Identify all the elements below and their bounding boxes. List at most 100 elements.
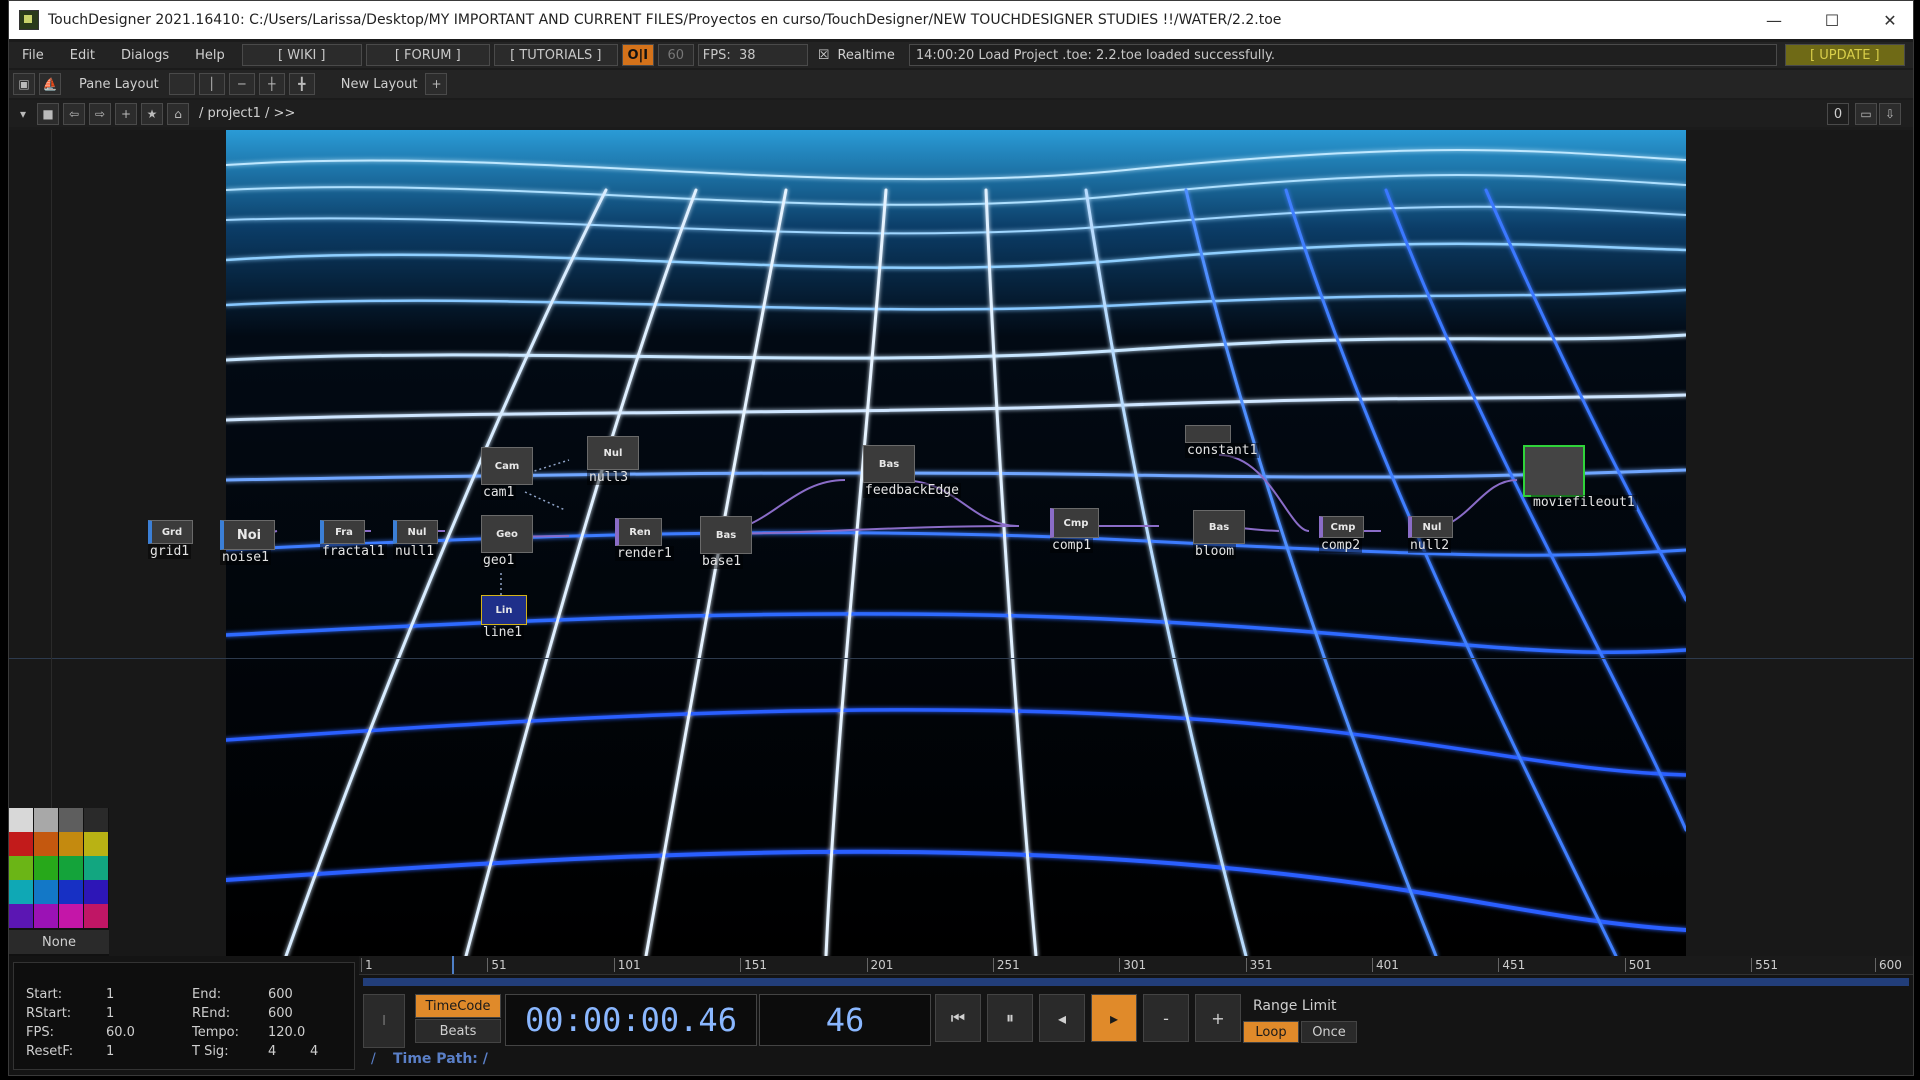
plus-icon[interactable]: + [115,102,137,125]
viewer-icon[interactable]: ▣ [13,73,35,95]
wiki-button[interactable]: [ WIKI ] [241,44,362,66]
timecode-button[interactable]: TimeCode [415,994,501,1018]
node-icon: Lin [481,595,527,625]
menu-file[interactable]: File [9,48,57,63]
layout-split-horizontal-icon[interactable]: ─ [228,73,255,95]
tsig-denominator[interactable]: 4 [310,1044,318,1059]
start-value[interactable]: 1 [106,987,114,1002]
fps-value[interactable]: 60.0 [106,1025,135,1040]
fps-label: FPS: [26,1025,54,1040]
palette-none-button[interactable]: None [9,930,109,954]
network-path[interactable]: / project1 / >> [199,106,295,121]
color-swatch[interactable] [84,832,108,856]
color-swatch[interactable] [59,808,83,832]
rstart-value[interactable]: 1 [106,1006,114,1021]
update-button[interactable]: [ UPDATE ] [1784,44,1905,66]
node-icon: Noi [220,520,275,550]
color-swatch[interactable] [9,832,33,856]
color-swatch[interactable] [84,856,108,880]
pause-button[interactable]: ⏸ [987,994,1033,1042]
color-swatch[interactable] [59,832,83,856]
timeline-panel: 1 51 101 151 201 251 301 351 401 451 501 551 600 Sta… [9,956,1913,1075]
node-icon: Bas [863,445,915,483]
once-button[interactable]: Once [1301,1021,1357,1043]
minimize-button[interactable]: — [1745,1,1803,39]
color-swatch[interactable] [84,904,108,928]
forum-button[interactable]: [ FORUM ] [365,44,490,66]
color-swatch[interactable] [34,832,58,856]
color-swatch[interactable] [59,904,83,928]
tsig-numerator[interactable]: 4 [268,1044,276,1059]
timeline-ruler[interactable]: 1 51 101 151 201 251 301 351 401 451 501 551 600 [359,956,1913,975]
time-display[interactable]: 00:00:00.46 [505,994,757,1046]
resetf-value[interactable]: 1 [106,1044,114,1059]
node-label: grid1 [148,544,192,559]
layout-three-pane-icon[interactable]: ┼ [258,73,285,95]
node-icon: Bas [700,516,752,554]
touchdesigner-window: TouchDesigner 2021.16410: C:/Users/Laris… [8,0,1914,1076]
frame-display[interactable]: 46 [759,994,931,1046]
rend-value[interactable]: 600 [268,1006,293,1021]
node-label: feedbackEdge [863,483,961,498]
node-icon: Cmp [1050,508,1099,538]
color-swatch[interactable] [59,880,83,904]
play-button[interactable]: ▸ [1091,994,1137,1042]
chevron-down-icon[interactable]: ▾ [13,104,33,124]
color-swatch[interactable] [9,808,33,832]
layout-four-pane-icon[interactable]: ╋ [288,73,315,95]
layout-single-icon[interactable] [168,73,195,95]
network-editor[interactable]: Grd grid1 Noi noise1 Fra fractal1 Nul nu… [9,130,1913,956]
timeline-tick: 51 [487,958,507,972]
maximize-pane-icon[interactable]: ▭ [1855,103,1877,125]
status-message: 14:00:20 Load Project .toe: 2.2.toe load… [908,44,1777,66]
color-swatch[interactable] [59,856,83,880]
time-path-field[interactable]: Time Path: / [393,1051,488,1067]
color-swatch[interactable] [84,808,108,832]
end-value[interactable]: 600 [268,987,293,1002]
beats-button[interactable]: Beats [415,1019,501,1043]
pane-id-field[interactable]: 0 [1827,103,1849,125]
stop-icon[interactable]: ■ [37,102,59,125]
timeline-tick: 301 [1119,958,1146,972]
layout-split-vertical-icon[interactable]: │ [198,73,225,95]
color-swatch[interactable] [84,880,108,904]
color-swatch[interactable] [9,880,33,904]
palette-icon[interactable]: ⛵ [39,73,61,95]
color-swatch[interactable] [9,904,33,928]
star-icon[interactable]: ★ [141,102,163,125]
speed-down-button[interactable]: - [1143,994,1189,1042]
tutorials-button[interactable]: [ TUTORIALS ] [493,44,618,66]
color-swatch[interactable] [34,904,58,928]
menu-dialogs[interactable]: Dialogs [108,48,182,63]
to-start-button[interactable]: ⏮ [935,994,981,1042]
color-swatch[interactable] [9,856,33,880]
color-swatch[interactable] [34,880,58,904]
back-arrow-icon[interactable]: ⇦ [63,102,85,125]
node-icon: Geo [481,515,533,553]
realtime-checkbox[interactable]: ☒ [818,48,830,63]
menu-edit[interactable]: Edit [57,48,108,63]
range-bar[interactable] [363,978,1909,986]
tempo-value[interactable]: 120.0 [268,1025,305,1040]
node-label: noise1 [220,550,271,565]
close-button[interactable]: ✕ [1861,1,1913,39]
color-swatch[interactable] [34,808,58,832]
tsig-label: T Sig: [192,1044,229,1059]
playhead[interactable] [452,956,454,974]
cook-toggle-button[interactable]: O|I [621,44,654,66]
color-swatch[interactable] [34,856,58,880]
fps-cap-field[interactable]: 60 [657,44,694,66]
pin-icon[interactable]: ⇩ [1879,103,1901,125]
node-label: render1 [615,546,674,561]
speed-up-button[interactable]: + [1195,994,1241,1042]
node-icon [1185,425,1231,443]
node-label: geo1 [481,553,517,568]
home-icon[interactable]: ⌂ [167,102,189,125]
loop-button[interactable]: Loop [1243,1021,1299,1043]
menu-help[interactable]: Help [182,48,238,63]
cursor-icon[interactable]: I [363,994,405,1048]
add-layout-button[interactable]: + [425,73,448,95]
forward-arrow-icon[interactable]: ⇨ [89,102,111,125]
maximize-button[interactable]: ☐ [1803,1,1861,39]
step-back-button[interactable]: ◂ [1039,994,1085,1042]
